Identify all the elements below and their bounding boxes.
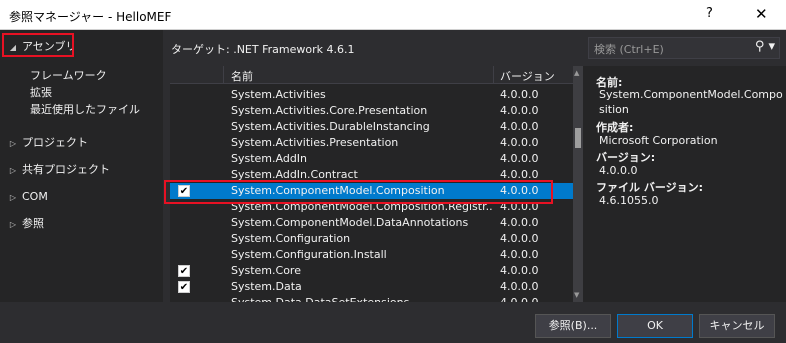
row-checkbox[interactable]: ✔	[178, 281, 190, 293]
search-input[interactable]: 検索 (Ctrl+E) ⚲ ▾	[588, 37, 780, 59]
table-row[interactable]: System.Activities.Presentation 4.0.0.0	[170, 135, 573, 151]
row-name: System.Activities.Core.Presentation	[231, 104, 428, 117]
nav-recent-label: 最近使用したファイル	[30, 103, 140, 116]
nav-extensions[interactable]: 拡張	[30, 84, 52, 102]
row-name: System.AddIn	[231, 152, 308, 165]
row-version: 4.0.0.0	[500, 136, 539, 149]
title-bar: 参照マネージャー - HelloMEF ? ✕	[0, 0, 786, 30]
row-version: 4.0.0.0	[500, 104, 539, 117]
detail-file-version-value: 4.6.1055.0	[599, 194, 659, 207]
collapsed-triangle-icon: ▷	[9, 139, 17, 148]
collapsed-triangle-icon: ▷	[9, 166, 17, 175]
column-separator	[223, 66, 224, 84]
row-checkbox[interactable]: ✔	[178, 265, 190, 277]
column-header-name[interactable]: 名前	[231, 68, 253, 84]
table-row[interactable]: System.Configuration 4.0.0.0	[170, 231, 573, 247]
close-icon[interactable]: ✕	[755, 5, 768, 23]
table-header: 名前 バージョン	[170, 66, 573, 84]
row-version: 4.0.0.0	[500, 248, 539, 261]
table-row[interactable]: System.Activities.DurableInstancing 4.0.0…	[170, 119, 573, 135]
row-version: 4.0.0.0	[500, 264, 539, 277]
search-icon[interactable]: ⚲ ▾	[755, 39, 775, 54]
left-nav: ◢ アセンブリ フレームワーク 拡張 最近使用したファイル ▷ プロジェクト ▷ 共有…	[0, 30, 163, 343]
detail-name-value-line1: System.ComponentModel.Compo	[599, 88, 783, 101]
row-name: System.Data	[231, 280, 302, 293]
vertical-scrollbar[interactable]: ▲ ▼	[573, 66, 583, 302]
nav-recent[interactable]: 最近使用したファイル	[30, 101, 140, 119]
nav-extensions-label: 拡張	[30, 86, 52, 99]
table-row[interactable]: System.Data.DataSetExtensions4.0.0.0	[170, 295, 573, 302]
nav-projects-label: プロジェクト	[22, 136, 88, 149]
nav-projects[interactable]: ▷ プロジェクト	[8, 134, 88, 152]
cancel-button[interactable]: キャンセル	[699, 314, 775, 338]
row-version: 4.0.0.0	[500, 120, 539, 133]
nav-framework-label: フレームワーク	[30, 69, 107, 82]
row-name: System.Activities.DurableInstancing	[231, 120, 430, 133]
row-name: System.Configuration	[231, 232, 351, 245]
row-name: System.Activities	[231, 88, 326, 101]
detail-version-label: バージョン:	[596, 151, 656, 164]
scroll-up-icon[interactable]: ▲	[574, 69, 579, 77]
row-version: 4.0.0.0	[500, 152, 539, 165]
nav-framework[interactable]: フレームワーク	[30, 67, 107, 85]
collapsed-triangle-icon: ▷	[9, 193, 17, 202]
column-header-version[interactable]: バージョン	[500, 68, 555, 84]
nav-browse-label: 参照	[22, 217, 44, 230]
nav-com[interactable]: ▷ COM	[8, 188, 48, 206]
table-row[interactable]: System.Activities.Core.Presentation 4.0.0…	[170, 103, 573, 119]
nav-shared-projects[interactable]: ▷ 共有プロジェクト	[8, 161, 110, 179]
nav-com-label: COM	[22, 190, 48, 203]
scrollbar-thumb[interactable]	[575, 128, 581, 148]
assemblies-highlight-box	[2, 33, 74, 57]
window-title: 参照マネージャー - HelloMEF	[9, 10, 172, 24]
browse-button[interactable]: 参照(B)...	[535, 314, 611, 338]
row-version: 4.0.0.0	[500, 232, 539, 245]
details-panel: 名前: System.ComponentModel.Compo sition 作…	[583, 66, 786, 302]
detail-file-version-label: ファイル バージョン:	[596, 181, 704, 194]
nav-shared-projects-label: 共有プロジェクト	[22, 163, 110, 176]
nav-browse[interactable]: ▷ 参照	[8, 215, 44, 233]
scroll-down-icon[interactable]: ▼	[574, 291, 579, 299]
search-placeholder: 検索 (Ctrl+E)	[594, 43, 664, 56]
row-name: System.Configuration.Install	[231, 248, 387, 261]
ok-button[interactable]: OK	[617, 314, 693, 338]
collapsed-triangle-icon: ▷	[9, 220, 17, 229]
row-name: System.ComponentModel.DataAnnotations	[231, 216, 469, 229]
row-name: System.Activities.Presentation	[231, 136, 399, 149]
table-row[interactable]: System.AddIn 4.0.0.0	[170, 151, 573, 167]
detail-name-value-line2: sition	[599, 103, 629, 116]
help-icon[interactable]: ?	[706, 6, 713, 21]
table-row[interactable]: ✔ System.Data 4.0.0.0	[170, 279, 573, 295]
row-version: 4.0.0.0	[500, 216, 539, 229]
column-separator	[493, 66, 494, 84]
detail-author-label: 作成者:	[596, 121, 634, 134]
row-version: 4.0.0.0	[500, 88, 539, 101]
detail-author-value: Microsoft Corporation	[599, 134, 718, 147]
detail-version-value: 4.0.0.0	[599, 164, 638, 177]
row-version: 4.0.0.0	[500, 280, 539, 293]
table-row[interactable]: System.Configuration.Install 4.0.0.0	[170, 247, 573, 263]
table-row[interactable]: System.ComponentModel.DataAnnotations 4.0…	[170, 215, 573, 231]
selected-row-highlight-box	[164, 180, 553, 204]
table-row[interactable]: System.Activities 4.0.0.0	[170, 87, 573, 103]
table-row[interactable]: ✔ System.Core 4.0.0.0	[170, 263, 573, 279]
row-name: System.Core	[231, 264, 301, 277]
target-framework-label: ターゲット: .NET Framework 4.6.1	[171, 43, 355, 56]
